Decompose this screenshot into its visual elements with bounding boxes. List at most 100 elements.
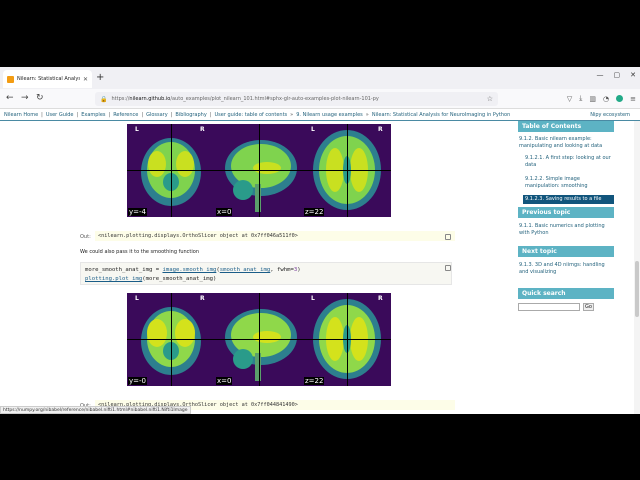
left-label: L — [311, 295, 315, 302]
menu-icon[interactable]: ≡ — [630, 95, 636, 103]
page-scrollbar[interactable] — [634, 121, 640, 414]
tab-title: Nilearn: Statistical Analysis for Ne — [17, 76, 80, 82]
status-bar: https://numpy.org/nibabel/reference/niba… — [0, 406, 191, 414]
code-var: more_smooth_anat_img — [85, 267, 153, 273]
relbar-link[interactable]: Examples — [81, 112, 105, 118]
url-host: nilearn.github.io — [129, 96, 171, 102]
new-tab-icon[interactable]: + — [96, 72, 104, 83]
close-tab-icon[interactable]: ✕ — [83, 76, 88, 83]
previous-topic-link[interactable]: 9.1.1. Basic numerics and plotting with … — [519, 223, 611, 237]
right-label: R — [378, 295, 383, 302]
right-label: R — [200, 295, 205, 302]
crosshair-vertical — [347, 124, 348, 217]
forward-icon[interactable]: → — [21, 93, 29, 103]
breadcrumb-separator: | — [108, 111, 111, 118]
code-function-link[interactable]: image.smooth_img — [162, 267, 216, 273]
tab-bar: Nilearn: Statistical Analysis for Ne ✕ +… — [0, 67, 640, 89]
url-prefix: https:// — [111, 96, 130, 102]
sagittal-slice: x=0 — [215, 124, 303, 217]
coronal-coord: y=-0 — [128, 377, 147, 385]
library-icon[interactable]: ▥ — [589, 95, 596, 103]
sagittal-coord: x=0 — [216, 377, 233, 385]
reload-icon[interactable]: ↻ — [36, 93, 44, 103]
relbar-link[interactable]: 9. Nilearn usage examples — [296, 112, 363, 118]
next-topic-link[interactable]: 9.1.3. 3D and 4D niimgs: handling and vi… — [519, 262, 611, 276]
related-links-bar: Nilearn Home | User Guide | Examples | Referen… — [0, 109, 640, 121]
crosshair-vertical — [171, 293, 172, 386]
sagittal-slice: x=0 — [215, 293, 303, 386]
output-prefix-1: Out: — [80, 234, 91, 240]
left-label: L — [311, 126, 315, 133]
breadcrumb-separator: » — [365, 111, 369, 118]
code-arg: (more_smooth_anat_img) — [142, 276, 217, 282]
brain-figure-2: L R y=-0 x=0 L R z=22 — [127, 293, 391, 386]
crosshair-vertical — [259, 293, 260, 386]
breadcrumb-separator: | — [41, 111, 43, 118]
axial-coord: z=22 — [304, 377, 325, 385]
copy-icon[interactable] — [445, 234, 451, 240]
axial-slice: L R z=22 — [303, 124, 391, 217]
toolbar-icons: ▽ ⤓ ▥ ◔ ≡ — [567, 94, 636, 103]
breadcrumb-separator: » — [290, 111, 294, 118]
nipy-ecosystem-link[interactable]: Nipy ecosystem — [590, 112, 630, 118]
code-function-link[interactable]: plotting.plot_img — [85, 276, 142, 282]
toc-item-1[interactable]: 9.1.2. Basic nilearn example: manipulati… — [519, 136, 611, 150]
relbar-link[interactable]: Nilearn Home — [4, 112, 38, 118]
download-icon[interactable]: ⤓ — [579, 94, 582, 103]
search-go-button[interactable]: Go — [583, 303, 594, 311]
toc-item-current[interactable]: 9.1.2.3. Saving results to a file — [523, 195, 614, 204]
sidebar: Table of Contents 9.1.2. Basic nilearn e… — [514, 121, 614, 414]
code-kw: , fwhm= — [270, 267, 294, 273]
toc-item-2[interactable]: 9.1.2.1. A first step: looking at our da… — [525, 155, 611, 169]
relbar-link[interactable]: User Guide — [46, 112, 74, 118]
coronal-coord: y=-4 — [128, 208, 147, 216]
axial-slice: L R z=22 — [303, 293, 391, 386]
toc-heading: Table of Contents — [518, 121, 614, 132]
crosshair-vertical — [347, 293, 348, 386]
minimize-icon[interactable]: — — [597, 71, 604, 79]
search-input[interactable] — [518, 303, 580, 311]
maximize-icon[interactable]: ▢ — [614, 71, 621, 79]
code-paren: ) — [297, 267, 301, 273]
window-controls: — ▢ ✕ — [597, 71, 637, 79]
right-label: R — [200, 126, 205, 133]
next-topic-heading: Next topic — [518, 246, 614, 257]
account-icon[interactable]: ◔ — [603, 95, 609, 103]
toc-item-3[interactable]: 9.1.2.2. Simple image manipulation: smoo… — [525, 176, 611, 190]
nilearn-favicon-icon — [7, 75, 14, 83]
pocket-icon[interactable]: ▽ — [567, 95, 572, 103]
browser-tab[interactable]: Nilearn: Statistical Analysis for Ne ✕ — [3, 70, 92, 88]
breadcrumb-separator: | — [76, 111, 79, 118]
crosshair-vertical — [259, 124, 260, 217]
brain-figure-1: L R y=-4 x=0 L R z=22 — [127, 124, 391, 217]
extension-icon[interactable] — [616, 95, 624, 102]
sagittal-coord: x=0 — [216, 208, 233, 216]
relbar-link[interactable]: Bibliography — [175, 112, 206, 118]
axial-coord: z=22 — [304, 208, 325, 216]
close-window-icon[interactable]: ✕ — [630, 71, 636, 79]
relbar-link[interactable]: Nilearn: Statistical Analysis for NeuroI… — [372, 112, 510, 118]
breadcrumb-separator: | — [141, 111, 144, 118]
lock-icon: 🔒 — [100, 95, 108, 103]
relbar-link[interactable]: Reference — [113, 112, 138, 118]
coronal-slice: L R y=-0 — [127, 293, 215, 386]
copy-icon[interactable] — [445, 265, 451, 271]
code-arg-link[interactable]: smooth_anat_img — [220, 267, 271, 273]
navigation-bar: ← → ↻ 🔒 https:// nilearn.github.io /auto… — [0, 89, 640, 109]
back-icon[interactable]: ← — [6, 93, 14, 103]
browser-window: Nilearn: Statistical Analysis for Ne ✕ +… — [0, 67, 640, 414]
scrollbar-thumb[interactable] — [635, 261, 639, 317]
quick-search-heading: Quick search — [518, 288, 614, 299]
code-eq: = — [152, 267, 163, 273]
breadcrumb-separator: | — [209, 111, 212, 118]
breadcrumb-separator: | — [170, 111, 173, 118]
crosshair-vertical — [171, 124, 172, 217]
relbar-link[interactable]: Glossary — [146, 112, 168, 118]
coronal-slice: L R y=-4 — [127, 124, 215, 217]
url-bar[interactable]: 🔒 https:// nilearn.github.io /auto_examp… — [95, 92, 498, 106]
left-label: L — [135, 295, 139, 302]
relbar-link[interactable]: User guide: table of contents — [215, 112, 288, 118]
previous-topic-heading: Previous topic — [518, 207, 614, 218]
bookmark-star-icon[interactable]: ☆ — [487, 95, 493, 103]
output-text-1: <nilearn.plotting.displays.OrthoSlicer o… — [95, 231, 455, 241]
